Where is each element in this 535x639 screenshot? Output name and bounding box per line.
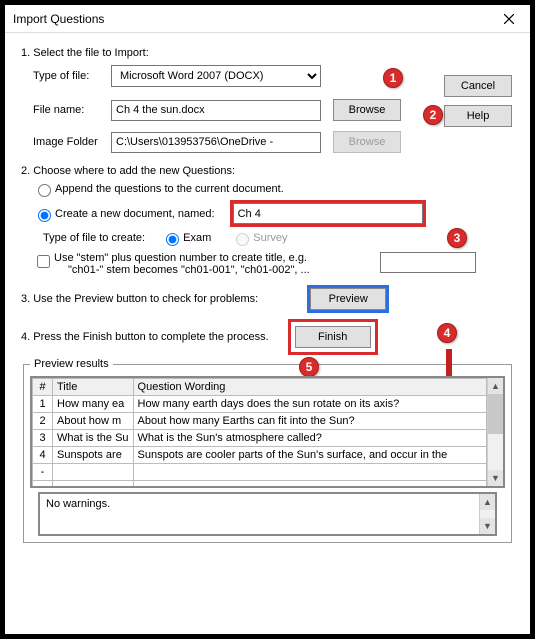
- new-document-name-input[interactable]: [233, 203, 423, 224]
- warnings-scrollbar[interactable]: ▲ ▼: [479, 494, 495, 534]
- preview-results-legend: Preview results: [30, 358, 113, 370]
- preview-scrollbar[interactable]: ▲ ▼: [487, 378, 503, 486]
- survey-label: Survey: [253, 232, 287, 244]
- exam-radio[interactable]: [166, 233, 179, 246]
- browse-folder-button: Browse: [333, 131, 401, 153]
- cell-wording: [133, 481, 486, 487]
- cell-num: -: [33, 464, 53, 481]
- exam-label: Exam: [183, 232, 211, 244]
- title-bar: Import Questions: [5, 5, 530, 33]
- cancel-button[interactable]: Cancel: [444, 75, 512, 97]
- close-button[interactable]: [494, 9, 524, 29]
- scroll-down-icon[interactable]: ▼: [480, 518, 495, 534]
- cell-wording: About how many Earths can fit into the S…: [133, 413, 486, 430]
- callout-1: 1: [383, 68, 403, 88]
- section-1-header: 1. Select the file to Import:: [21, 47, 520, 59]
- cell-wording: Sunspots are cooler parts of the Sun's s…: [133, 447, 486, 464]
- callout-5: 5: [299, 357, 319, 377]
- warnings-box: No warnings. ▲ ▼: [38, 492, 497, 536]
- append-radio[interactable]: [38, 184, 51, 197]
- table-row[interactable]: -: [33, 481, 487, 487]
- cell-title: What is the Su: [53, 430, 134, 447]
- table-row[interactable]: 2About how mAbout how many Earths can fi…: [33, 413, 487, 430]
- finish-button[interactable]: Finish: [295, 326, 371, 348]
- scroll-up-icon[interactable]: ▲: [480, 494, 495, 510]
- help-button[interactable]: Help: [444, 105, 512, 127]
- scroll-thumb[interactable]: [488, 394, 503, 434]
- scroll-down-icon[interactable]: ▼: [488, 470, 503, 486]
- cell-num: 1: [33, 396, 53, 413]
- col-header-title[interactable]: Title: [53, 379, 134, 396]
- cell-title: Sunspots are: [53, 447, 134, 464]
- col-header-wording[interactable]: Question Wording: [133, 379, 486, 396]
- preview-results-group: Preview results # Title Question Wording…: [23, 358, 512, 543]
- file-name-label: File name:: [33, 104, 111, 116]
- cell-wording: [133, 464, 486, 481]
- table-row[interactable]: 3What is the SuWhat is the Sun's atmosph…: [33, 430, 487, 447]
- append-label: Append the questions to the current docu…: [55, 183, 284, 195]
- window-title: Import Questions: [13, 12, 104, 26]
- cell-num: -: [33, 481, 53, 487]
- stem-label-2: "ch01-" stem becomes "ch01-001", "ch01-0…: [68, 264, 310, 276]
- cell-title: About how m: [53, 413, 134, 430]
- cell-wording: How many earth days does the sun rotate …: [133, 396, 486, 413]
- cell-title: [53, 464, 134, 481]
- cell-num: 4: [33, 447, 53, 464]
- image-folder-input[interactable]: [111, 132, 321, 153]
- type-to-create-label: Type of file to create:: [43, 232, 145, 244]
- callout-3: 3: [447, 228, 467, 248]
- cell-title: [53, 481, 134, 487]
- create-new-radio[interactable]: [38, 209, 51, 222]
- file-name-input[interactable]: [111, 100, 321, 121]
- warnings-text: No warnings.: [46, 498, 110, 510]
- close-icon: [504, 14, 514, 24]
- survey-radio: [236, 233, 249, 246]
- table-row[interactable]: -: [33, 464, 487, 481]
- cell-wording: What is the Sun's atmosphere called?: [133, 430, 486, 447]
- preview-table[interactable]: # Title Question Wording 1How many eaHow…: [32, 378, 487, 486]
- table-row[interactable]: 4Sunspots areSunspots are cooler parts o…: [33, 447, 487, 464]
- stem-checkbox[interactable]: [37, 255, 50, 268]
- cell-title: How many ea: [53, 396, 134, 413]
- preview-table-container: # Title Question Wording 1How many eaHow…: [30, 376, 505, 488]
- section-3-header: 3. Use the Preview button to check for p…: [21, 293, 258, 305]
- stem-label-1: Use "stem" plus question number to creat…: [54, 252, 310, 264]
- callout-4: 4: [437, 323, 457, 343]
- create-new-label: Create a new document, named:: [55, 208, 215, 220]
- col-header-num[interactable]: #: [33, 379, 53, 396]
- stem-input[interactable]: [380, 252, 476, 273]
- table-row[interactable]: 1How many eaHow many earth days does the…: [33, 396, 487, 413]
- image-folder-label: Image Folder: [33, 136, 111, 148]
- cell-num: 3: [33, 430, 53, 447]
- type-of-file-label: Type of file:: [33, 70, 111, 82]
- callout-2: 2: [423, 105, 443, 125]
- type-of-file-select[interactable]: Microsoft Word 2007 (DOCX): [111, 65, 321, 87]
- cell-num: 2: [33, 413, 53, 430]
- section-4-header: 4. Press the Finish button to complete t…: [21, 331, 269, 343]
- section-2-header: 2. Choose where to add the new Questions…: [21, 165, 520, 177]
- scroll-up-icon[interactable]: ▲: [488, 378, 503, 394]
- preview-button[interactable]: Preview: [310, 288, 386, 310]
- browse-file-button[interactable]: Browse: [333, 99, 401, 121]
